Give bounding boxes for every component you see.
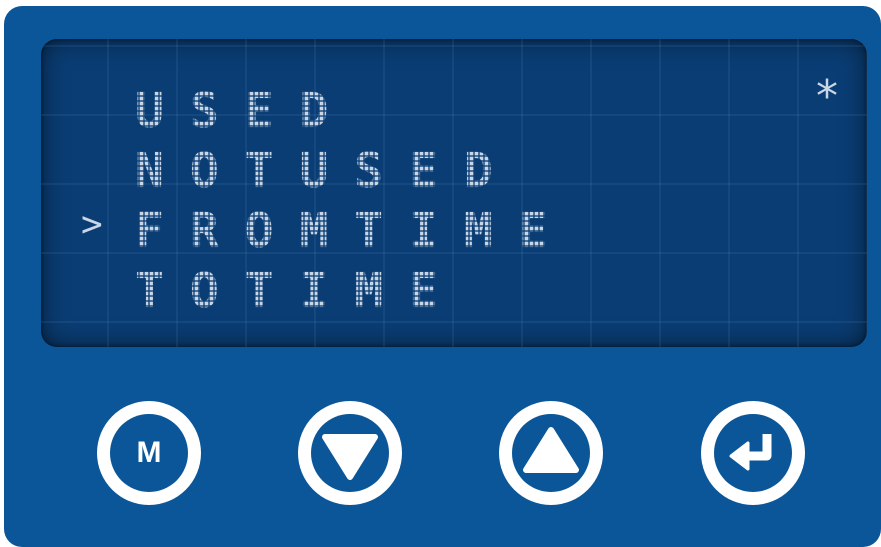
menu-item-fromtime[interactable]: FROMTIME (135, 207, 574, 255)
status-asterisk: * (816, 71, 838, 122)
enter-arrow-icon (729, 434, 772, 471)
menu-item-notused[interactable]: NOTUSED (135, 147, 519, 195)
enter-button[interactable] (701, 401, 805, 505)
up-button-face (512, 414, 590, 492)
menu-item-used[interactable]: USED (135, 87, 354, 135)
selection-cursor: > (81, 204, 103, 245)
menu-button-label: M (136, 436, 162, 469)
up-triangle-icon (523, 427, 579, 473)
down-button[interactable] (298, 401, 402, 505)
menu-button[interactable]: M (97, 401, 201, 505)
down-triangle-icon (322, 434, 378, 480)
menu-item-totime[interactable]: TOTIME (135, 267, 464, 315)
enter-button-face (714, 414, 792, 492)
device-panel: * > USED NOTUSED FROMTIME TOTIME M (4, 6, 881, 547)
up-button[interactable] (499, 401, 603, 505)
menu-button-face: M (110, 414, 188, 492)
down-button-face (311, 414, 389, 492)
lcd-display: * > USED NOTUSED FROMTIME TOTIME (41, 39, 867, 347)
